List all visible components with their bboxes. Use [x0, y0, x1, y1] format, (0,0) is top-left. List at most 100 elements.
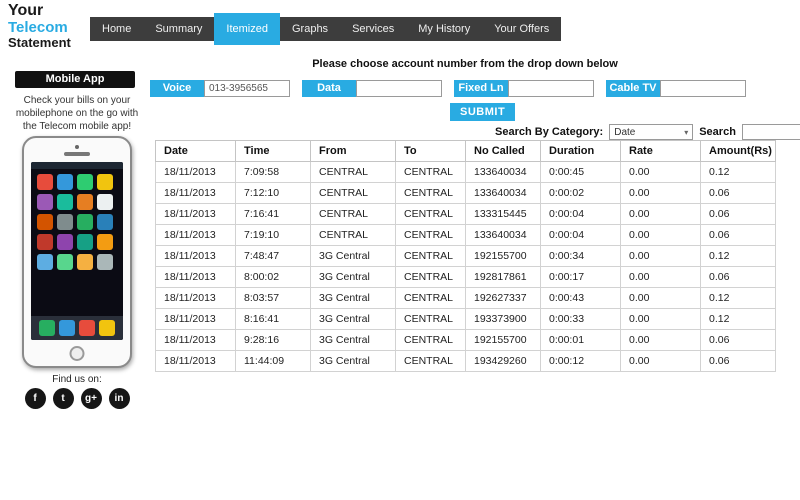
table-cell: 0:00:33	[540, 308, 621, 330]
nav-item-summary[interactable]: Summary	[143, 17, 214, 41]
table-cell: 8:00:02	[235, 266, 311, 288]
account-input-voice[interactable]	[204, 80, 290, 97]
phone-app-icon	[37, 174, 53, 190]
phone-app-icon	[57, 234, 73, 250]
mobile-app-promo-text: Check your bills on your mobilephone on …	[15, 95, 139, 132]
nav-item-your-offers[interactable]: Your Offers	[482, 17, 561, 41]
twitter-icon[interactable]: t	[52, 388, 74, 409]
facebook-icon[interactable]: f	[24, 388, 46, 409]
brand-logo: Your Telecom Statement	[8, 2, 71, 50]
table-cell: 193373900	[465, 308, 541, 330]
table-cell: CENTRAL	[395, 350, 466, 372]
table-row[interactable]: 18/11/2013 8:16:41 3G Central CENTRAL 193373…	[155, 308, 776, 330]
table-cell: CENTRAL	[395, 266, 466, 288]
table-cell: 3G Central	[310, 287, 396, 309]
table-cell: 0.06	[700, 203, 776, 225]
table-row[interactable]: 18/11/2013 7:16:41 CENTRAL CENTRAL 133315445…	[155, 203, 776, 225]
table-cell: 18/11/2013	[155, 266, 236, 288]
table-cell: 8:16:41	[235, 308, 311, 330]
social-icons-row: f t g+ in	[8, 388, 146, 409]
table-cell: 0.06	[700, 350, 776, 372]
phone-dock-icon	[99, 320, 115, 336]
table-cell: 18/11/2013	[155, 245, 236, 267]
table-cell: CENTRAL	[395, 245, 466, 267]
account-input-fixed-ln[interactable]	[508, 80, 594, 97]
table-cell: 0:00:02	[540, 182, 621, 204]
phone-dock-icon	[59, 320, 75, 336]
account-tab-data[interactable]: Data	[302, 80, 356, 97]
search-input[interactable]	[741, 124, 800, 140]
nav-item-my-history[interactable]: My History	[406, 17, 482, 41]
phone-home-button	[69, 346, 85, 361]
nav-item-graphs[interactable]: Graphs	[280, 17, 340, 41]
table-cell: 0.06	[700, 266, 776, 288]
table-cell: 18/11/2013	[155, 161, 236, 183]
table-row[interactable]: 18/11/2013 11:44:09 3G Central CENTRAL 19342…	[155, 350, 776, 372]
nav-item-itemized[interactable]: Itemized	[214, 13, 280, 45]
table-cell: 0.00	[620, 182, 701, 204]
phone-dock-icon	[79, 320, 95, 336]
account-input-cable-tv[interactable]	[660, 80, 746, 97]
table-cell: 0:00:12	[540, 350, 621, 372]
table-row[interactable]: 18/11/2013 9:28:16 3G Central CENTRAL 192155…	[155, 329, 776, 351]
table-cell: 3G Central	[310, 266, 396, 288]
phone-app-icon	[97, 174, 113, 190]
submit-button[interactable]: SUBMIT	[450, 103, 516, 121]
phone-app-icon	[97, 234, 113, 250]
table-cell: 0:00:04	[540, 224, 621, 246]
table-cell: 7:48:47	[235, 245, 311, 267]
table-row[interactable]: 18/11/2013 7:09:58 CENTRAL CENTRAL 133640034…	[155, 161, 776, 183]
table-cell: 0:00:04	[540, 203, 621, 225]
table-cell: 18/11/2013	[155, 203, 236, 225]
col-header-to: To	[395, 140, 466, 162]
category-select-value: Date	[614, 126, 636, 138]
table-cell: CENTRAL	[395, 329, 466, 351]
account-tab-voice[interactable]: Voice	[150, 80, 204, 97]
account-input-data[interactable]	[356, 80, 442, 97]
table-row[interactable]: 18/11/2013 8:00:02 3G Central CENTRAL 192817…	[155, 266, 776, 288]
phone-app-icon	[97, 194, 113, 210]
table-cell: 9:28:16	[235, 329, 311, 351]
table-cell: 192155700	[465, 245, 541, 267]
phone-image	[22, 136, 132, 368]
table-cell: 0.00	[620, 266, 701, 288]
table-cell: 0:00:01	[540, 329, 621, 351]
table-cell: 133315445	[465, 203, 541, 225]
table-cell: CENTRAL	[395, 203, 466, 225]
table-row[interactable]: 18/11/2013 8:03:57 3G Central CENTRAL 192627…	[155, 287, 776, 309]
phone-app-icon	[57, 254, 73, 270]
account-tab-fixed-ln[interactable]: Fixed Ln	[454, 80, 508, 97]
account-group-cable-tv: Cable TV	[606, 80, 746, 97]
table-cell: 0.00	[620, 329, 701, 351]
table-cell: 7:09:58	[235, 161, 311, 183]
col-header-date: Date	[155, 140, 236, 162]
phone-app-icon	[37, 194, 53, 210]
table-row[interactable]: 18/11/2013 7:12:10 CENTRAL CENTRAL 133640034…	[155, 182, 776, 204]
table-row[interactable]: 18/11/2013 7:48:47 3G Central CENTRAL 192155…	[155, 245, 776, 267]
linkedin-icon[interactable]: in	[108, 388, 130, 409]
nav-item-home[interactable]: Home	[90, 17, 143, 41]
brand-line-statement: Statement	[8, 35, 71, 51]
phone-app-icon	[77, 254, 93, 270]
table-cell: 0.12	[700, 161, 776, 183]
phone-screen	[31, 162, 123, 340]
phone-app-icon	[37, 254, 53, 270]
table-cell: 7:16:41	[235, 203, 311, 225]
table-cell: 192627337	[465, 287, 541, 309]
col-header-duration: Duration	[540, 140, 621, 162]
brand-line-your: Your	[8, 2, 44, 19]
nav-item-services[interactable]: Services	[340, 17, 406, 41]
find-us-label: Find us on:	[52, 374, 102, 385]
table-cell: 0.12	[700, 287, 776, 309]
table-cell: 0:00:34	[540, 245, 621, 267]
table-cell: 192817861	[465, 266, 541, 288]
account-tab-cable-tv[interactable]: Cable TV	[606, 80, 660, 97]
phone-app-icon	[77, 214, 93, 230]
table-cell: 193429260	[465, 350, 541, 372]
google-plus-icon[interactable]: g+	[80, 388, 102, 409]
phone-app-icon	[37, 214, 53, 230]
table-row[interactable]: 18/11/2013 7:19:10 CENTRAL CENTRAL 133640034…	[155, 224, 776, 246]
table-cell: 133640034	[465, 224, 541, 246]
category-select[interactable]: Date ▾	[609, 124, 694, 140]
table-cell: CENTRAL	[395, 161, 466, 183]
